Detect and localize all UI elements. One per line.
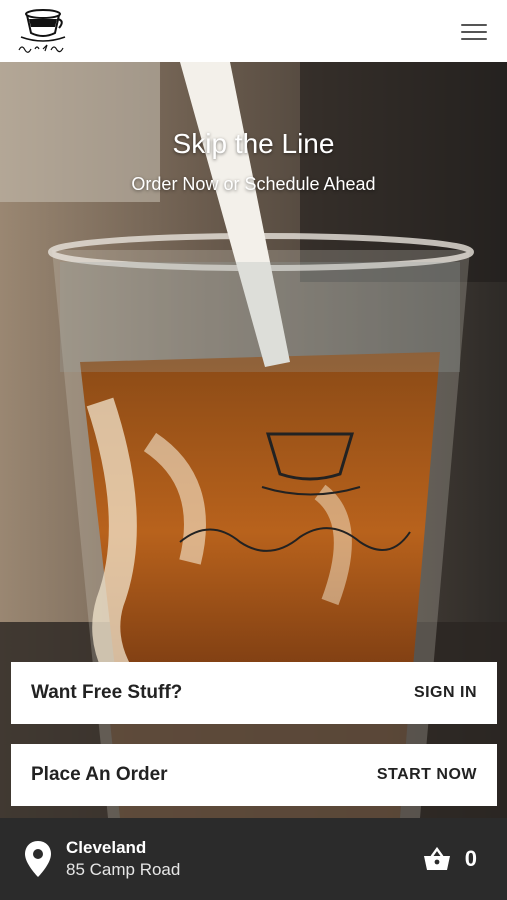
hero-banner: Skip the Line Order Now or Schedule Ahea… bbox=[0, 62, 507, 818]
location-selector[interactable]: Cleveland 85 Camp Road bbox=[24, 838, 180, 880]
top-bar bbox=[0, 0, 507, 62]
cart-button[interactable]: 0 bbox=[423, 846, 477, 872]
hamburger-menu-icon[interactable] bbox=[461, 24, 487, 40]
location-city: Cleveland bbox=[66, 838, 147, 857]
hero-subtitle: Order Now or Schedule Ahead bbox=[131, 174, 376, 194]
map-pin-icon bbox=[25, 841, 51, 877]
start-now-button[interactable]: START NOW bbox=[377, 766, 477, 784]
basket-icon bbox=[423, 847, 450, 870]
order-card[interactable]: Place An Order START NOW bbox=[11, 744, 497, 806]
location-cart-bar: Cleveland 85 Camp Road 0 bbox=[0, 818, 507, 900]
hero-title: Skip the Line bbox=[172, 128, 335, 159]
location-address: 85 Camp Road bbox=[66, 860, 181, 879]
rewards-card[interactable]: Want Free Stuff? SIGN IN bbox=[11, 662, 497, 724]
order-card-title: Place An Order bbox=[31, 764, 168, 785]
rewards-card-title: Want Free Stuff? bbox=[31, 682, 183, 703]
cart-count: 0 bbox=[464, 846, 477, 871]
coffee-cup-logo-icon bbox=[18, 9, 66, 53]
sign-in-button[interactable]: SIGN IN bbox=[414, 684, 477, 702]
brand-logo[interactable] bbox=[12, 4, 74, 58]
